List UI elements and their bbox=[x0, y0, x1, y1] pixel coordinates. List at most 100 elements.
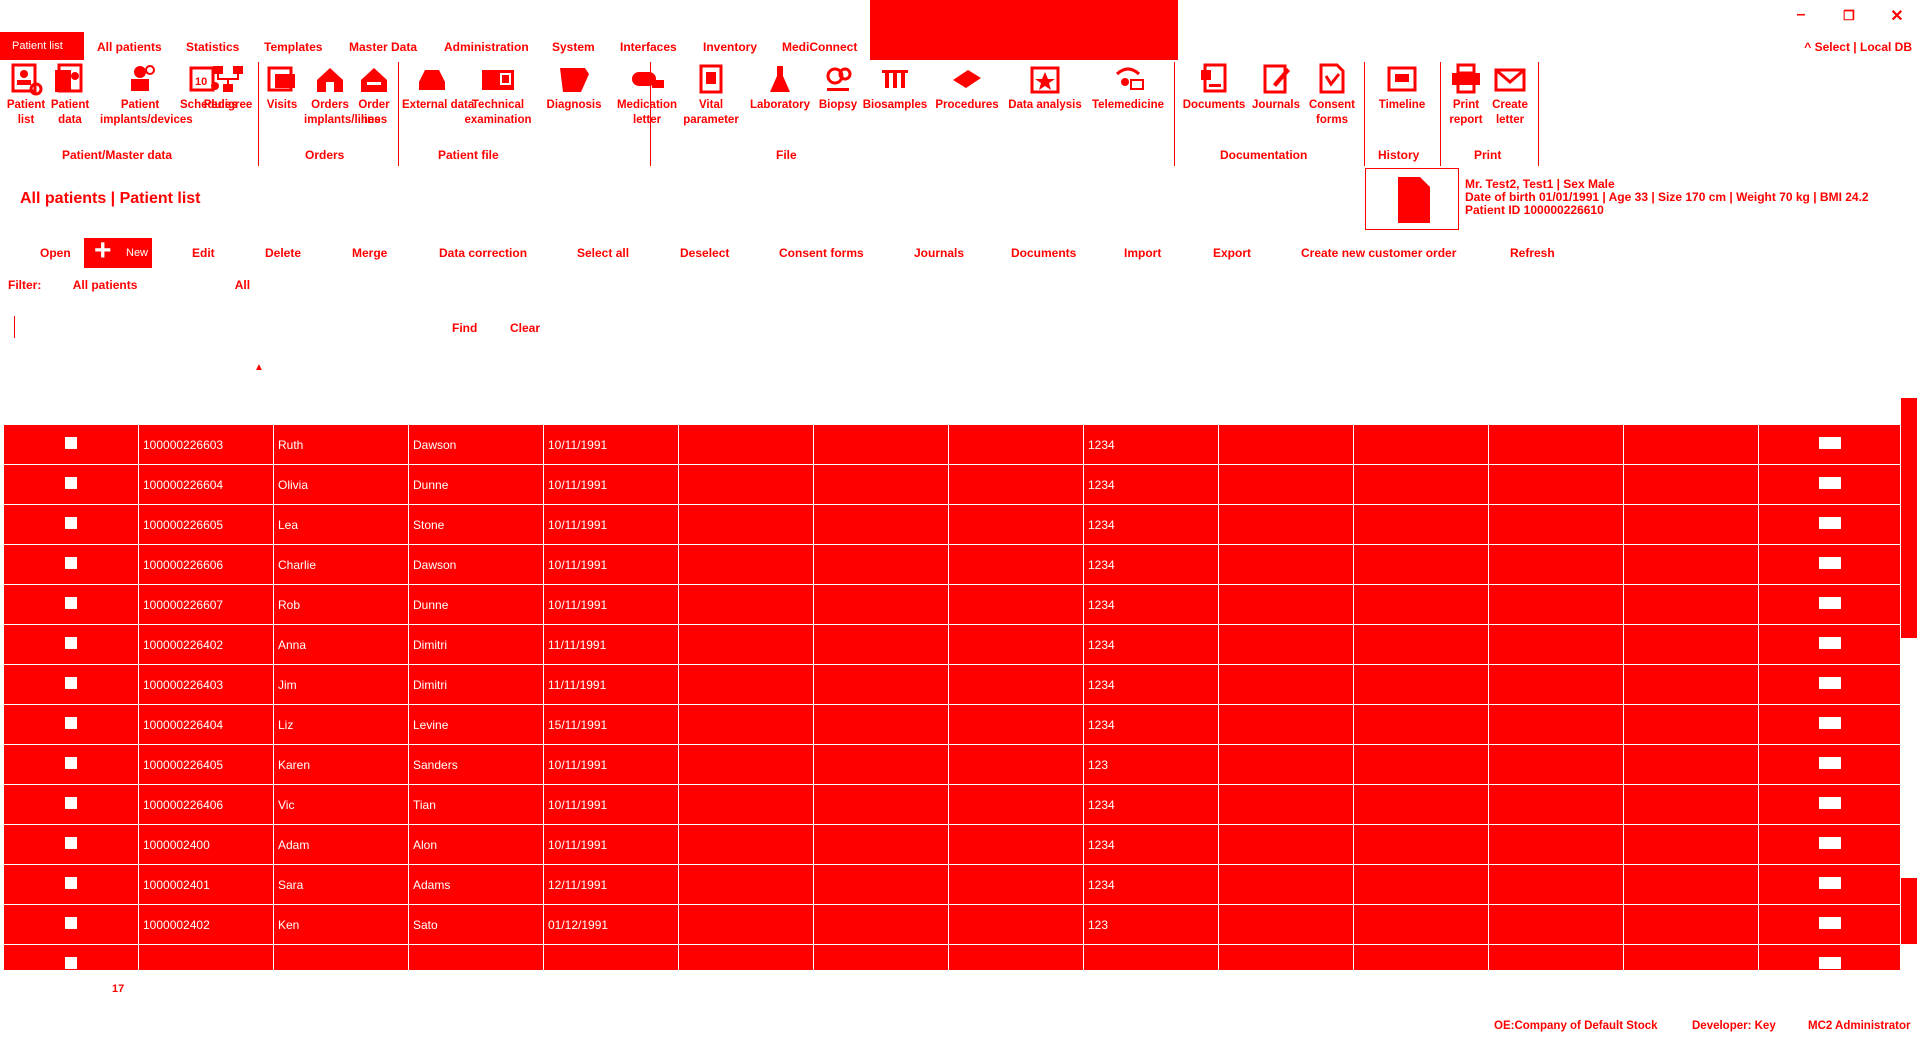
row-checkbox[interactable] bbox=[65, 637, 77, 649]
ribbon-patient-data[interactable]: Patient data bbox=[50, 62, 90, 128]
ribbon-biosamples[interactable]: Biosamples bbox=[860, 62, 930, 113]
table-row[interactable]: 100000226403 Jim Dimitri 11/11/1991 1234 bbox=[3, 664, 1900, 705]
cell-empty bbox=[948, 744, 1084, 785]
menu-item-inventory[interactable]: Inventory bbox=[703, 40, 757, 54]
ribbon-journals[interactable]: Journals bbox=[1250, 62, 1302, 113]
filter-scope-select[interactable]: All bbox=[235, 278, 250, 292]
find-button[interactable]: Find bbox=[452, 321, 477, 335]
chevron-up-icon[interactable]: ^ bbox=[1804, 40, 1811, 54]
ribbon-patient-list[interactable]: Patient list bbox=[6, 62, 46, 128]
ribbon-vital-parameter[interactable]: Vital parameter bbox=[680, 62, 742, 128]
table-row[interactable]: 100000226405 Karen Sanders 10/11/1991 123 bbox=[3, 744, 1900, 785]
documents-button[interactable]: Documents bbox=[1011, 246, 1076, 260]
menu-item-statistics[interactable]: Statistics bbox=[186, 40, 239, 54]
ribbon-order-lines[interactable]: Order lines bbox=[352, 62, 396, 128]
menu-item-system[interactable]: System bbox=[552, 40, 595, 54]
ribbon-label: Order bbox=[358, 99, 390, 111]
ribbon-timeline[interactable]: Timeline bbox=[1372, 62, 1432, 113]
row-checkbox[interactable] bbox=[65, 517, 77, 529]
ribbon-diagnosis[interactable]: Diagnosis bbox=[544, 62, 604, 113]
menu-item-all-patients[interactable]: All patients bbox=[97, 40, 162, 54]
table-row[interactable]: 1000002400 Adam Alon 10/11/1991 1234 bbox=[3, 824, 1900, 865]
table-row[interactable]: 100000226406 Vic Tian 10/11/1991 1234 bbox=[3, 784, 1900, 825]
envelope-icon bbox=[1494, 68, 1526, 92]
row-count: 17 bbox=[112, 983, 125, 995]
merge-button[interactable]: Merge bbox=[352, 246, 387, 260]
open-button[interactable]: Open bbox=[40, 246, 71, 260]
delete-button[interactable]: Delete bbox=[265, 246, 301, 260]
menu-item-administration[interactable]: Administration bbox=[444, 40, 529, 54]
clear-button[interactable]: Clear bbox=[510, 321, 540, 335]
ribbon-data-analysis[interactable]: Data analysis bbox=[1006, 62, 1084, 113]
row-checkbox[interactable] bbox=[65, 677, 77, 689]
row-checkbox[interactable] bbox=[65, 957, 77, 969]
row-checkbox[interactable] bbox=[65, 757, 77, 769]
ribbon-visits[interactable]: Visits bbox=[262, 62, 302, 113]
row-checkbox[interactable] bbox=[65, 557, 77, 569]
restore-icon[interactable]: ❐ bbox=[1834, 8, 1864, 24]
vertical-scrollbar-thumb[interactable] bbox=[1901, 398, 1917, 638]
row-checkbox[interactable] bbox=[65, 917, 77, 929]
row-checkbox[interactable] bbox=[65, 477, 77, 489]
refresh-button[interactable]: Refresh bbox=[1510, 246, 1555, 260]
vertical-scrollbar-lower[interactable] bbox=[1901, 878, 1917, 944]
table-row[interactable]: 100000226606 Charlie Dawson 10/11/1991 1234 bbox=[3, 544, 1900, 585]
journals-button[interactable]: Journals bbox=[914, 246, 964, 260]
menu-item-templates[interactable]: Templates bbox=[264, 40, 322, 54]
row-checkbox[interactable] bbox=[65, 437, 77, 449]
ribbon-orders[interactable]: Orders implants/lines bbox=[304, 62, 381, 128]
cell-select bbox=[3, 864, 139, 905]
ribbon-documents[interactable]: Documents bbox=[1182, 62, 1246, 113]
table-row[interactable]: 100000226604 Olivia Dunne 10/11/1991 1234 bbox=[3, 464, 1900, 505]
ribbon-patient-implants[interactable]: Patient implants/devices bbox=[100, 62, 193, 128]
table-row[interactable]: 1000002402 Ken Sato 01/12/1991 123 bbox=[3, 904, 1900, 945]
cell-empty bbox=[1218, 424, 1354, 465]
ribbon-telemedicine[interactable]: Telemedicine bbox=[1088, 62, 1168, 113]
create-order-button[interactable]: Create new customer order bbox=[1301, 246, 1456, 260]
import-button[interactable]: Import bbox=[1124, 246, 1161, 260]
table-row[interactable]: 100000226402 Anna Dimitri 11/11/1991 1234 bbox=[3, 624, 1900, 665]
table-row[interactable]: 100000226603 Ruth Dawson 10/11/1991 1234 bbox=[3, 424, 1900, 465]
table-row[interactable]: 100000226404 Liz Levine 15/11/1991 1234 bbox=[3, 704, 1900, 745]
select-all-button[interactable]: Select all bbox=[577, 246, 629, 260]
menu-item-patient-list[interactable]: Patient list bbox=[0, 32, 84, 60]
menu-item-interfaces[interactable]: Interfaces bbox=[620, 40, 677, 54]
ribbon-consent-forms[interactable]: Consent forms bbox=[1306, 62, 1358, 128]
ribbon-print-report[interactable]: Print report bbox=[1446, 62, 1486, 128]
ribbon-create-letter[interactable]: Create letter bbox=[1490, 62, 1530, 128]
ribbon-technical-exam[interactable]: Technical examination bbox=[462, 62, 534, 128]
deselect-button[interactable]: Deselect bbox=[680, 246, 729, 260]
ribbon-external-data[interactable]: External data bbox=[402, 62, 474, 113]
consent-forms-button[interactable]: Consent forms bbox=[779, 246, 864, 260]
table-row[interactable]: 1000002401 Sara Adams 12/11/1991 1234 bbox=[3, 864, 1900, 905]
edit-button[interactable]: Edit bbox=[192, 246, 215, 260]
export-button[interactable]: Export bbox=[1213, 246, 1251, 260]
ribbon-medication-letter[interactable]: Medication letter bbox=[612, 62, 682, 128]
filter-select[interactable]: All patients bbox=[73, 278, 138, 292]
new-button[interactable]: + New bbox=[84, 236, 152, 268]
ribbon-laboratory[interactable]: Laboratory bbox=[746, 62, 814, 113]
sort-ascending-icon[interactable]: ▲ bbox=[254, 362, 264, 373]
row-checkbox[interactable] bbox=[65, 877, 77, 889]
minimize-icon[interactable]: – bbox=[1786, 6, 1816, 24]
ribbon-procedures[interactable]: Procedures bbox=[932, 62, 1002, 113]
row-checkbox[interactable] bbox=[65, 797, 77, 809]
patient-photo[interactable] bbox=[1365, 168, 1459, 230]
row-checkbox[interactable] bbox=[65, 837, 77, 849]
ribbon-pedigree[interactable]: Pedigree bbox=[200, 62, 256, 113]
cell-empty bbox=[1218, 504, 1354, 545]
menu-item-master-data[interactable]: Master Data bbox=[349, 40, 417, 54]
table-row[interactable]: 100000226607 Rob Dunne 10/11/1991 1234 bbox=[3, 584, 1900, 625]
cell-empty bbox=[1623, 744, 1759, 785]
row-checkbox[interactable] bbox=[65, 597, 77, 609]
search-input[interactable] bbox=[14, 316, 434, 338]
menu-item-mediconnect[interactable]: MediConnect bbox=[782, 40, 857, 54]
table-row[interactable] bbox=[3, 944, 1900, 970]
cell-empty bbox=[1218, 744, 1354, 785]
data-correction-button[interactable]: Data correction bbox=[439, 246, 527, 260]
table-row[interactable]: 100000226605 Lea Stone 10/11/1991 1234 bbox=[3, 504, 1900, 545]
row-checkbox[interactable] bbox=[65, 717, 77, 729]
user-db-selector[interactable]: ^ Select | Local DB bbox=[1804, 40, 1912, 54]
close-icon[interactable]: ✕ bbox=[1882, 6, 1912, 26]
ribbon-biopsy[interactable]: Biopsy bbox=[816, 62, 860, 113]
